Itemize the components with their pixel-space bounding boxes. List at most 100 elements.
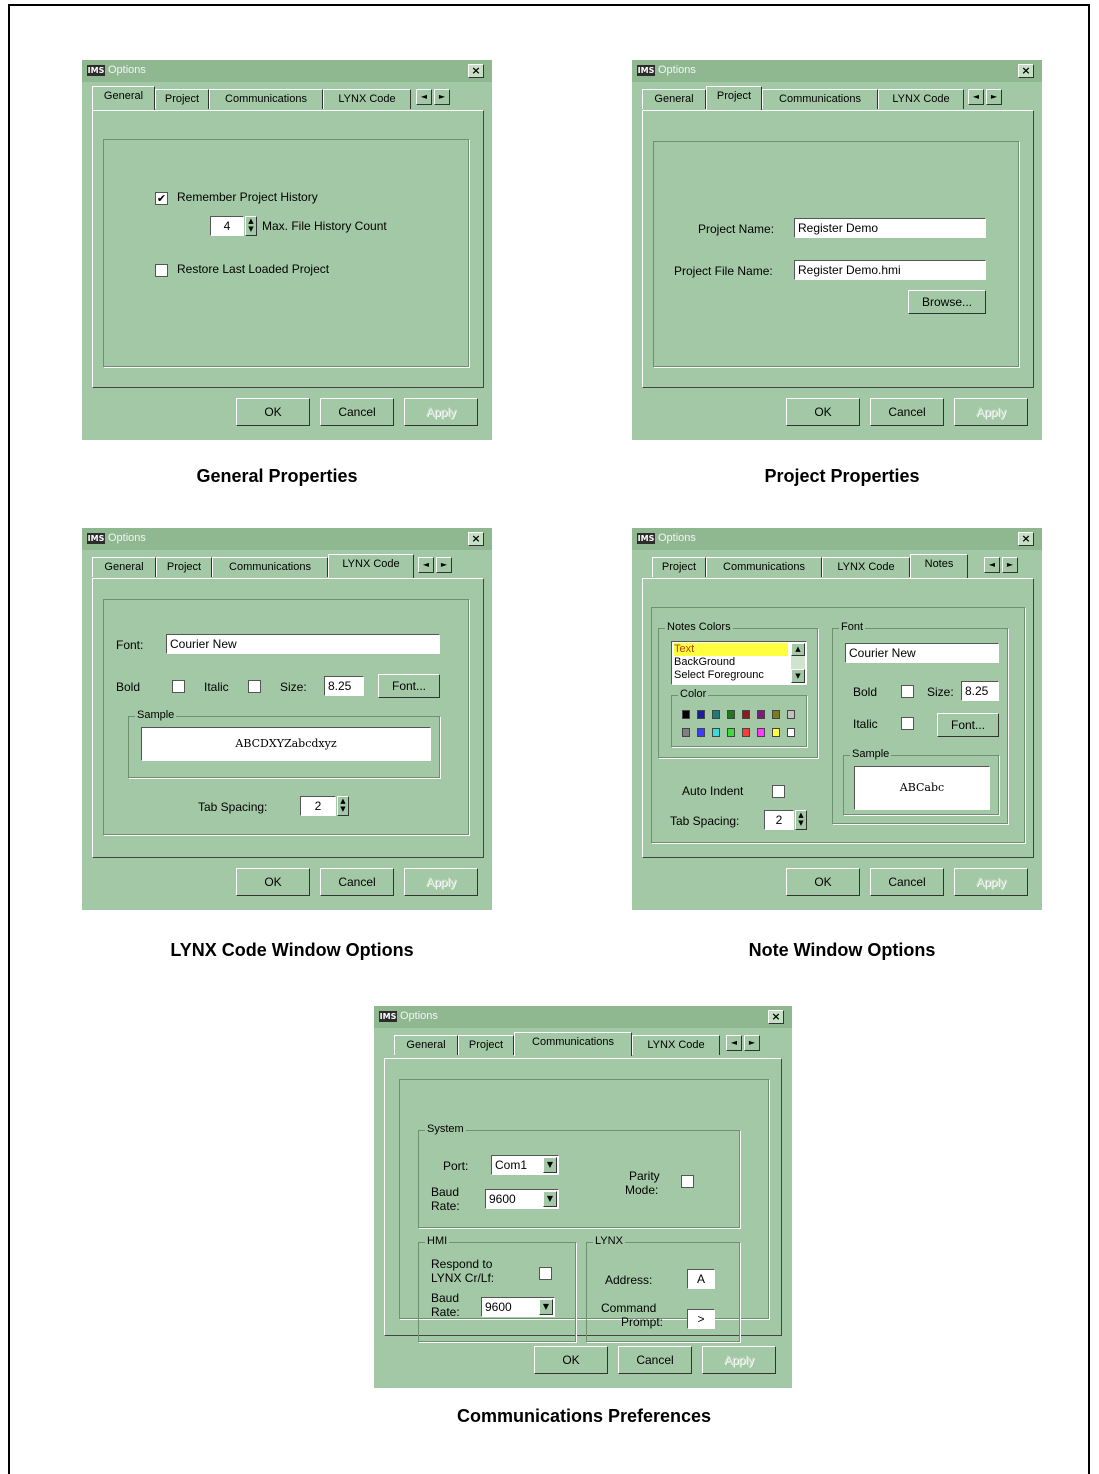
- close-icon[interactable]: ×: [768, 1010, 784, 1024]
- list-item-select-foreground[interactable]: Select Foregrounc: [674, 669, 788, 682]
- close-icon[interactable]: ×: [468, 532, 484, 546]
- notes-colors-list[interactable]: Text BackGround Select Foregrounc ▲ ▼: [671, 641, 807, 685]
- cancel-button[interactable]: Cancel: [320, 398, 394, 426]
- auto-indent-checkbox[interactable]: [772, 785, 785, 798]
- notes-size-field[interactable]: 8.25: [961, 681, 999, 701]
- notes-bold-checkbox[interactable]: [901, 685, 914, 698]
- tab-project[interactable]: Project: [156, 557, 212, 577]
- respond-crlf-checkbox[interactable]: [539, 1267, 552, 1280]
- ok-button[interactable]: OK: [786, 398, 860, 426]
- ok-button[interactable]: OK: [534, 1346, 608, 1374]
- arrow-left-icon[interactable]: ◄: [968, 89, 984, 105]
- arrow-right-icon[interactable]: ►: [744, 1035, 760, 1051]
- spin-down-icon[interactable]: ▼: [246, 225, 256, 233]
- tab-lynx-code[interactable]: LYNX Code: [323, 89, 411, 109]
- tab-general[interactable]: General: [394, 1035, 458, 1055]
- spin-down-icon[interactable]: ▼: [796, 819, 806, 827]
- tab-communications[interactable]: Communications: [209, 89, 323, 109]
- notes-font-button[interactable]: Font...: [937, 713, 999, 737]
- baud-dropdown-icon[interactable]: ▼: [543, 1191, 557, 1207]
- cancel-button[interactable]: Cancel: [870, 868, 944, 896]
- scroll-down-icon[interactable]: ▼: [791, 669, 805, 683]
- browse-button[interactable]: Browse...: [908, 290, 986, 314]
- tab-general[interactable]: General: [642, 89, 706, 109]
- title-bar[interactable]: IMS Options ×: [374, 1006, 792, 1028]
- project-file-field[interactable]: Register Demo.hmi: [794, 260, 986, 280]
- color-swatch[interactable]: [742, 728, 750, 737]
- hmi-baud-dropdown-icon[interactable]: ▼: [539, 1299, 553, 1315]
- apply-button[interactable]: Apply: [404, 868, 478, 896]
- notes-tab-spacing-field[interactable]: 2: [764, 810, 794, 830]
- tab-lynx-code[interactable]: LYNX Code: [878, 89, 964, 109]
- cancel-button[interactable]: Cancel: [320, 868, 394, 896]
- spin-up-icon[interactable]: ▲: [338, 797, 348, 805]
- spin-up-icon[interactable]: ▲: [246, 217, 256, 225]
- color-swatch[interactable]: [712, 728, 720, 737]
- color-swatch[interactable]: [757, 728, 765, 737]
- cancel-button[interactable]: Cancel: [870, 398, 944, 426]
- color-swatch[interactable]: [697, 728, 705, 737]
- tab-lynx-code[interactable]: LYNX Code: [632, 1035, 720, 1055]
- tab-general[interactable]: General: [92, 86, 155, 110]
- apply-button[interactable]: Apply: [954, 868, 1028, 896]
- font-button[interactable]: Font...: [378, 674, 440, 698]
- color-swatch[interactable]: [682, 728, 690, 737]
- title-bar[interactable]: IMS Options ×: [632, 528, 1042, 550]
- remember-history-checkbox[interactable]: ✔: [155, 192, 168, 205]
- apply-button[interactable]: Apply: [702, 1346, 776, 1374]
- color-swatch[interactable]: [757, 710, 765, 719]
- arrow-left-icon[interactable]: ◄: [726, 1035, 742, 1051]
- arrow-right-icon[interactable]: ►: [1002, 557, 1018, 573]
- tab-communications[interactable]: Communications: [212, 557, 328, 577]
- tab-project[interactable]: Project: [652, 557, 706, 577]
- font-field[interactable]: Courier New: [166, 634, 440, 654]
- address-field[interactable]: A: [687, 1269, 715, 1289]
- notes-tab-spacing-spinner[interactable]: ▲ ▼: [795, 810, 807, 830]
- title-bar[interactable]: IMS Options ×: [82, 60, 492, 82]
- parity-mode-checkbox[interactable]: [681, 1175, 694, 1188]
- tab-project[interactable]: Project: [155, 89, 209, 109]
- color-swatch[interactable]: [682, 710, 690, 719]
- italic-checkbox[interactable]: [248, 680, 261, 693]
- tab-communications[interactable]: Communications: [706, 557, 822, 577]
- color-swatch[interactable]: [772, 728, 780, 737]
- apply-button[interactable]: Apply: [404, 398, 478, 426]
- tab-lynx-code[interactable]: LYNX Code: [822, 557, 910, 577]
- arrow-left-icon[interactable]: ◄: [984, 557, 1000, 573]
- color-swatch[interactable]: [772, 710, 780, 719]
- apply-button[interactable]: Apply: [954, 398, 1028, 426]
- tab-communications[interactable]: Communications: [762, 89, 878, 109]
- tab-project[interactable]: Project: [458, 1035, 514, 1055]
- tab-spacing-spinner[interactable]: ▲ ▼: [337, 796, 349, 816]
- tab-spacing-field[interactable]: 2: [300, 796, 336, 816]
- ok-button[interactable]: OK: [236, 398, 310, 426]
- tab-communications[interactable]: Communications: [514, 1032, 632, 1056]
- list-scrollbar[interactable]: ▲ ▼: [791, 643, 805, 683]
- color-swatch[interactable]: [697, 710, 705, 719]
- list-item-background[interactable]: BackGround: [674, 656, 735, 669]
- project-name-field[interactable]: Register Demo: [794, 218, 986, 238]
- arrow-right-icon[interactable]: ►: [436, 557, 452, 573]
- ok-button[interactable]: OK: [786, 868, 860, 896]
- arrow-right-icon[interactable]: ►: [986, 89, 1002, 105]
- arrow-left-icon[interactable]: ◄: [416, 89, 432, 105]
- history-count-spinner[interactable]: ▲ ▼: [245, 216, 257, 236]
- color-swatch[interactable]: [787, 710, 795, 719]
- restore-last-checkbox[interactable]: [155, 264, 168, 277]
- tab-notes[interactable]: Notes: [910, 554, 968, 578]
- history-count-field[interactable]: 4: [210, 216, 244, 236]
- color-swatch[interactable]: [727, 710, 735, 719]
- bold-checkbox[interactable]: [172, 680, 185, 693]
- close-icon[interactable]: ×: [468, 64, 484, 78]
- port-dropdown-icon[interactable]: ▼: [543, 1157, 557, 1173]
- cancel-button[interactable]: Cancel: [618, 1346, 692, 1374]
- title-bar[interactable]: IMS Options ×: [82, 528, 492, 550]
- notes-italic-checkbox[interactable]: [901, 717, 914, 730]
- list-item-text[interactable]: Text: [674, 643, 788, 656]
- tab-project[interactable]: Project: [706, 86, 762, 110]
- color-swatch[interactable]: [712, 710, 720, 719]
- arrow-left-icon[interactable]: ◄: [418, 557, 434, 573]
- color-swatch[interactable]: [742, 710, 750, 719]
- tab-general[interactable]: General: [92, 557, 156, 577]
- prompt-field[interactable]: >: [687, 1309, 715, 1329]
